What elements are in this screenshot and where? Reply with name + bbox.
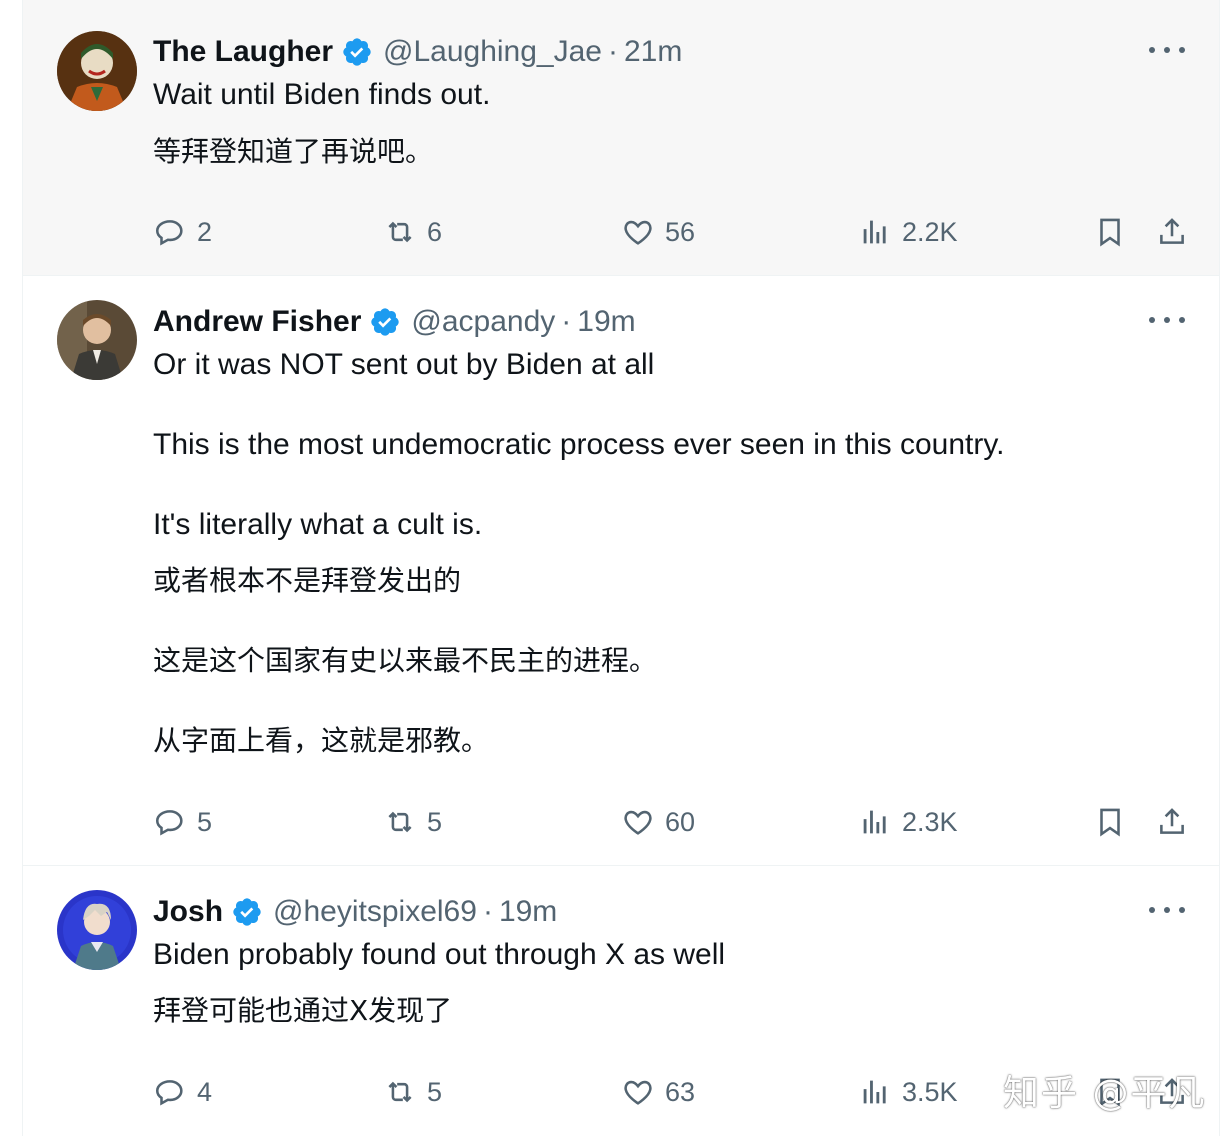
tweet-text: It's literally what a cult is. (153, 508, 483, 541)
like-icon (624, 220, 652, 245)
tweet-actions: 5 5 60 2.3K (153, 802, 1193, 842)
tweet-andrew-fisher[interactable]: Andrew Fisher @acpandy · 19m Or it was N… (23, 276, 1219, 866)
share-icon (1160, 808, 1184, 834)
watermark: 知乎 @平凡 (1003, 1073, 1207, 1114)
tweet-text: 拜登可能也通过X发现了 (153, 994, 453, 1027)
like-icon (624, 810, 652, 835)
repost-icon (388, 811, 412, 833)
separator-dot: · (482, 895, 493, 928)
views-icon (863, 220, 886, 244)
separator-dot: · (607, 35, 618, 68)
bookmark-icon (1100, 218, 1120, 247)
reply-icon (155, 810, 183, 836)
share-icon (1160, 218, 1184, 244)
tweet-text: 等拜登知道了再说吧。 (153, 135, 434, 168)
like-count: 56 (665, 216, 696, 247)
like-button[interactable]: 60 (621, 802, 695, 842)
tweet-text: This is the most undemocratic process ev… (153, 428, 1005, 461)
timestamp[interactable]: 19m (499, 895, 557, 929)
repost-button[interactable]: 5 (383, 1072, 442, 1112)
reply-button[interactable]: 5 (153, 802, 212, 842)
more-options-icon[interactable] (1149, 308, 1185, 332)
tweet-text: 这是这个国家有史以来最不民主的进程。 (153, 644, 658, 677)
like-icon (624, 1080, 652, 1105)
verified-badge-icon (233, 898, 261, 926)
like-count: 63 (665, 1076, 696, 1107)
repost-button[interactable]: 5 (383, 802, 442, 842)
like-button[interactable]: 56 (621, 212, 695, 252)
bookmark-icon (1100, 808, 1120, 837)
repost-count: 6 (427, 216, 443, 247)
repost-button[interactable]: 6 (383, 212, 442, 252)
tweet-text: 从字面上看，这就是邪教。 (153, 724, 490, 757)
reply-count: 2 (197, 216, 213, 247)
more-options-icon[interactable] (1149, 898, 1185, 922)
share-button[interactable] (1155, 802, 1189, 842)
reply-count: 4 (197, 1076, 213, 1107)
user-handle[interactable]: @acpandy (411, 305, 555, 339)
tweet-text: Biden probably found out through X as we… (153, 938, 726, 971)
reply-button[interactable]: 4 (153, 1072, 212, 1112)
bookmark-button[interactable] (1093, 802, 1127, 842)
view-count: 2.2K (902, 216, 958, 247)
repost-icon (388, 221, 412, 243)
tweet-the-laugher[interactable]: The Laugher @Laughing_Jae · 21m Wait unt… (23, 0, 1219, 276)
separator-dot: · (561, 305, 572, 338)
view-count: 2.3K (902, 806, 958, 837)
verified-badge-icon (371, 308, 400, 336)
verified-badge-icon (343, 38, 371, 66)
timestamp[interactable]: 21m (624, 35, 682, 69)
views-button[interactable]: 2.3K (858, 802, 958, 842)
timeline-feed: The Laugher @Laughing_Jae · 21m Wait unt… (22, 0, 1220, 1136)
timestamp[interactable]: 19m (577, 305, 635, 339)
reply-icon (155, 220, 183, 246)
share-button[interactable] (1155, 212, 1189, 252)
like-count: 60 (665, 806, 696, 837)
more-options-icon[interactable] (1149, 38, 1185, 62)
reply-count: 5 (197, 806, 213, 837)
reply-icon (155, 1080, 183, 1106)
views-button[interactable]: 2.2K (858, 212, 958, 252)
avatar[interactable] (57, 300, 137, 380)
avatar[interactable] (57, 31, 137, 111)
tweet-text: 或者根本不是拜登发出的 (153, 564, 462, 597)
display-name[interactable]: Josh (153, 895, 223, 929)
display-name[interactable]: Andrew Fisher (153, 305, 361, 339)
repost-count: 5 (427, 806, 443, 837)
repost-icon (388, 1081, 412, 1103)
tweet-actions: 2 6 56 2.2K (153, 212, 1193, 252)
user-handle[interactable]: @heyitspixel69 (273, 895, 477, 929)
views-button[interactable]: 3.5K (858, 1072, 958, 1112)
repost-count: 5 (427, 1076, 443, 1107)
tweet-text: Or it was NOT sent out by Biden at all (153, 348, 655, 381)
reply-button[interactable]: 2 (153, 212, 212, 252)
bookmark-button[interactable] (1093, 212, 1127, 252)
tweet-text: Wait until Biden finds out. (153, 78, 491, 111)
user-handle[interactable]: @Laughing_Jae (383, 35, 602, 69)
like-button[interactable]: 63 (621, 1072, 695, 1112)
views-icon (863, 1080, 886, 1104)
display-name[interactable]: The Laugher (153, 35, 333, 69)
view-count: 3.5K (902, 1076, 958, 1107)
views-icon (863, 810, 886, 834)
avatar[interactable] (57, 890, 137, 970)
